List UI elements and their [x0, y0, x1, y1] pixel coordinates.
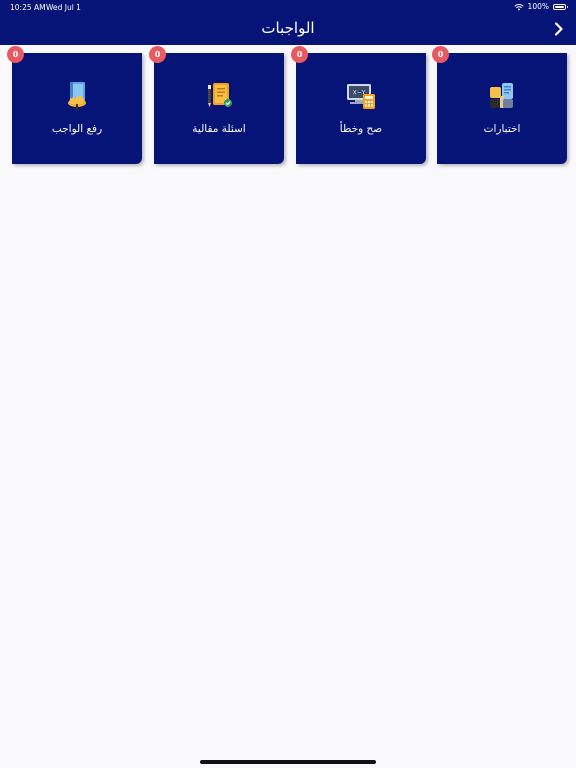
count-badge: 0 — [149, 46, 166, 63]
page-title: الواجبات — [261, 19, 315, 37]
top-bar: 10:25 AM Wed Jul 1 100% الواجبات — [0, 0, 576, 45]
assignment-cards: 0 رفع الواجب 0 اسئلة مقالية 0 X−Y صح وخط… — [7, 46, 568, 165]
essay-icon — [208, 83, 232, 107]
status-indicators: 100% — [513, 2, 568, 11]
true-false-icon: X−Y — [347, 84, 375, 109]
status-bar: 10:25 AM Wed Jul 1 100% — [0, 0, 576, 14]
count-badge: 0 — [7, 46, 24, 63]
card-essay-questions[interactable]: 0 اسئلة مقالية — [149, 46, 284, 164]
card-label: صح وخطأ — [339, 123, 383, 135]
battery-icon — [553, 3, 568, 10]
card-label: اختبارات — [483, 123, 521, 135]
count-badge: 0 — [432, 46, 449, 63]
battery-percent: 100% — [527, 2, 549, 11]
chevron-right-icon — [554, 22, 563, 36]
back-button[interactable] — [550, 20, 568, 38]
count-badge: 0 — [291, 46, 308, 63]
card-quizzes[interactable]: 0 اختبارات — [432, 46, 567, 164]
card-label: رفع الواجب — [51, 123, 103, 135]
quiz-icon — [490, 83, 513, 108]
card-true-false[interactable]: 0 X−Y صح وخطأ — [291, 46, 426, 164]
home-indicator[interactable] — [200, 760, 376, 764]
status-date: Wed Jul 1 — [46, 3, 81, 12]
upload-homework-icon — [68, 82, 86, 111]
status-time: 10:25 AM — [10, 3, 46, 12]
wifi-icon — [513, 3, 524, 10]
card-upload-homework[interactable]: 0 رفع الواجب — [7, 46, 142, 164]
card-label: اسئلة مقالية — [192, 123, 246, 135]
